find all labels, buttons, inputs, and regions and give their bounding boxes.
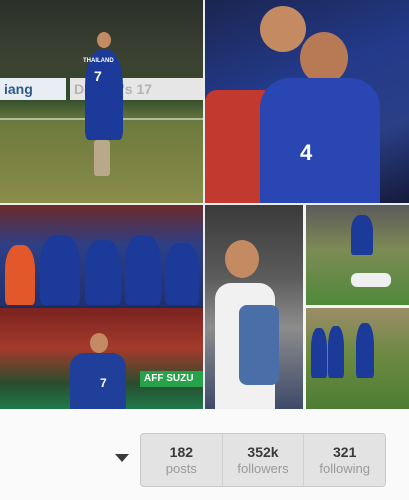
player-figure xyxy=(328,326,344,378)
posts-stat[interactable]: 182 posts xyxy=(141,434,223,486)
posts-count: 182 xyxy=(169,443,194,460)
player-figure xyxy=(125,235,161,305)
followers-count: 352k xyxy=(247,443,279,460)
followers-stat[interactable]: 352k followers xyxy=(223,434,305,486)
player-figure xyxy=(351,215,373,255)
ad-board-left: iang xyxy=(0,78,66,100)
player-figure xyxy=(351,273,391,287)
training-photo xyxy=(306,308,409,409)
player-head xyxy=(97,32,111,48)
post-thumbnail-2[interactable]: 4 xyxy=(205,0,409,203)
posts-label: posts xyxy=(165,460,197,476)
post-thumbnail-4[interactable] xyxy=(205,205,409,409)
player-figure xyxy=(311,328,327,378)
following-stat[interactable]: 321 following xyxy=(304,434,385,486)
player-head xyxy=(300,32,348,84)
jersey-number: 7 xyxy=(100,376,107,390)
player-figure xyxy=(85,240,121,305)
player-figure xyxy=(40,235,80,305)
player-figure xyxy=(260,78,380,203)
backpack xyxy=(239,305,279,385)
match-action-photo xyxy=(306,205,409,305)
following-label: following xyxy=(319,460,370,476)
profile-stats: 182 posts 352k followers 321 following xyxy=(140,433,386,487)
player-figure xyxy=(165,243,199,305)
sponsor-banner: AFF SUZU xyxy=(140,371,203,387)
profile-bar: 182 posts 352k followers 321 following xyxy=(0,409,409,500)
player-figure xyxy=(70,353,126,409)
jersey-number: 7 xyxy=(94,68,102,84)
player-head xyxy=(225,240,259,278)
followers-label: followers xyxy=(237,460,289,476)
stadium-photo: 7 AFF SUZU xyxy=(0,308,203,409)
jersey-number: 4 xyxy=(300,140,313,165)
jersey-name: THAILAND xyxy=(83,58,114,64)
player-head xyxy=(260,6,306,52)
player-head xyxy=(90,333,108,353)
chevron-down-icon[interactable] xyxy=(115,454,129,462)
player-legs xyxy=(94,140,110,176)
photo-grid: iang Donald's 17 THAILAND 7 4 7 AFF SUZU xyxy=(0,0,409,409)
post-thumbnail-1[interactable]: iang Donald's 17 THAILAND 7 xyxy=(0,0,203,203)
player-figure xyxy=(356,323,374,378)
post-thumbnail-3[interactable]: 7 AFF SUZU xyxy=(0,205,203,409)
team-photo xyxy=(0,205,203,306)
following-count: 321 xyxy=(333,443,357,460)
player-portrait xyxy=(205,205,303,409)
player-figure xyxy=(5,245,35,305)
